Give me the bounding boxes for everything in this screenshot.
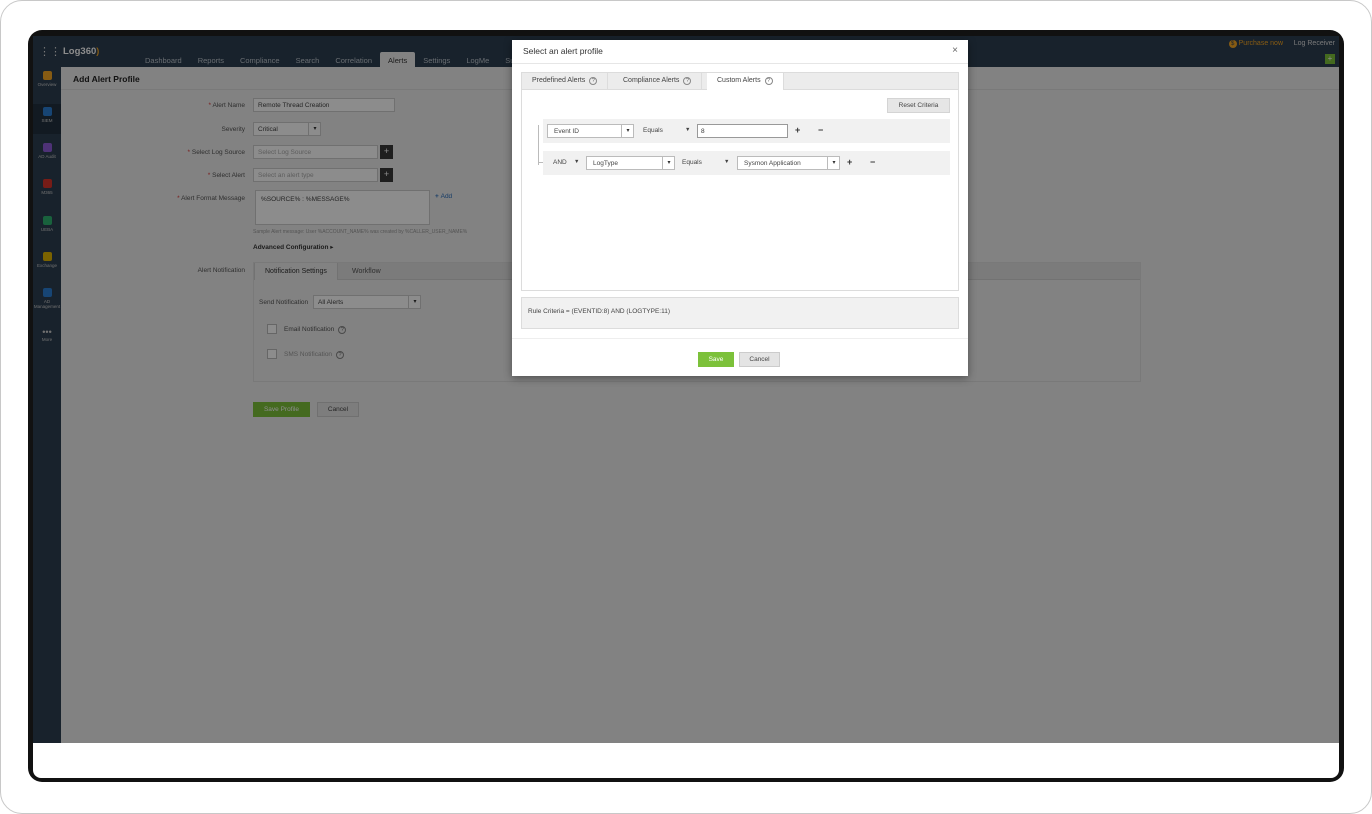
custom-alerts-panel: Reset Criteria Event ID ▾ Equals ▼ 8 + −… [521,90,959,291]
divider [512,338,968,339]
help-icon: ? [589,77,598,85]
tab-predefined-alerts[interactable]: Predefined Alerts? [522,73,609,90]
value-input[interactable]: 8 [697,124,788,138]
help-icon: ? [683,77,692,85]
chevron-down-icon: ▾ [827,156,840,170]
chevron-down-icon: ▾ [621,124,634,138]
save-button[interactable]: Save [698,352,734,367]
operator-select[interactable]: Equals [682,159,702,166]
caret-down-icon[interactable]: ▼ [685,127,690,133]
field-select[interactable]: Event ID ▾ [547,124,634,138]
add-condition-button[interactable]: + [795,125,800,135]
criteria-row-2: AND ▼ LogType ▾ Equals ▼ Sysmon Applicat… [543,151,950,175]
value-select[interactable]: Sysmon Application ▾ [737,156,840,170]
rule-criteria-summary: Rule Criteria = (EVENTID:8) AND (LOGTYPE… [521,297,959,329]
close-icon[interactable]: × [952,45,958,56]
caret-down-icon[interactable]: ▼ [574,159,579,165]
screen-chin [33,743,1339,778]
remove-condition-button[interactable]: − [818,125,823,135]
tab-custom-alerts[interactable]: Custom Alerts? [707,73,784,91]
help-icon: ? [764,77,773,85]
criteria-tree-line [538,125,539,165]
field-select[interactable]: LogType ▾ [586,156,675,170]
tab-compliance-alerts[interactable]: Compliance Alerts? [613,73,703,90]
cancel-button[interactable]: Cancel [739,352,780,367]
operator-select[interactable]: Equals [643,127,663,134]
alert-profile-modal: Select an alert profile × Predefined Ale… [512,40,968,376]
caret-down-icon[interactable]: ▼ [724,159,729,165]
modal-title: Select an alert profile [523,46,603,56]
chevron-down-icon: ▾ [662,156,675,170]
criteria-row-1: Event ID ▾ Equals ▼ 8 + − [543,119,950,143]
reset-criteria-button[interactable]: Reset Criteria [887,98,950,113]
remove-condition-button[interactable]: − [870,157,875,167]
divider [512,63,968,64]
app-screen: ⋮⋮⋮ Overview SIEM AD Audit M365 UEBA Exc… [33,36,1339,743]
modal-tabs: Predefined Alerts? Compliance Alerts? Cu… [521,72,959,91]
add-condition-button[interactable]: + [847,157,852,167]
conjunction-select[interactable]: AND [553,159,567,166]
